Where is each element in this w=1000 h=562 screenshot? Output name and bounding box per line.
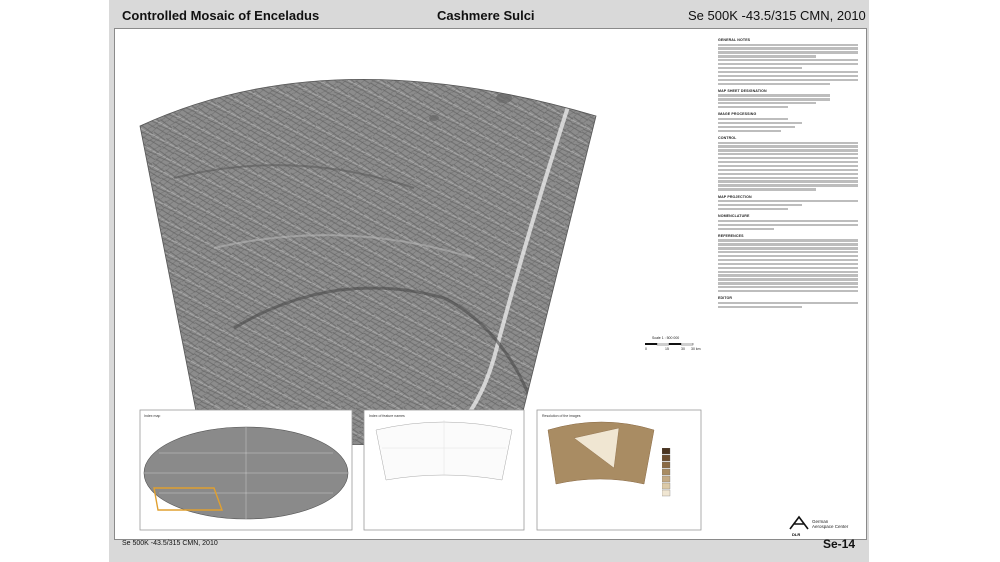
notes-heading: REFERENCES (718, 233, 744, 238)
index-map-title: Index map (144, 414, 161, 418)
names-index-title: Index of feature names (369, 414, 405, 418)
scale-label: Scale 1 : 500 000 (652, 336, 680, 340)
resolution-title: Resolution of the images (542, 414, 581, 418)
resolution-legend-swatch (662, 468, 671, 476)
sheet-title-left: Controlled Mosaic of Enceladus (122, 8, 320, 23)
resolution-legend-swatch (662, 475, 671, 483)
notes-heading: MAP PROJECTION (718, 194, 752, 199)
footer-sheet-number: Se-14 (823, 537, 856, 551)
resolution-legend-swatch (662, 482, 671, 490)
scale-tick: 30 km (691, 347, 701, 351)
notes-heading: MAP SHEET DESIGNATION (718, 88, 767, 93)
scale-tick: 0 (645, 347, 647, 351)
resolution-legend-swatch (662, 448, 671, 455)
dlr-logo-text: DLR (792, 532, 801, 537)
resolution-legend-swatch (662, 489, 671, 497)
notes-heading: IMAGE PROCESSING (718, 112, 757, 117)
notes-heading: GENERAL NOTES (718, 38, 751, 42)
dlr-logo-icon (789, 515, 809, 530)
resolution-legend-swatch (662, 454, 671, 462)
resolution-legend-swatch (662, 461, 671, 469)
notes-heading: NOMENCLATURE (718, 214, 750, 219)
resolution-legend (662, 448, 671, 497)
publisher-name-line2: Aerospace Center (812, 524, 849, 529)
notes-heading: EDITOR (718, 296, 733, 301)
publisher-name: German Aerospace Center (812, 519, 848, 529)
notes-column: GENERAL NOTES MAP SHEET DESIGNATION IMAG… (718, 34, 858, 534)
sheet-title-right: Se 500K -43.5/315 CMN, 2010 (688, 8, 866, 23)
footer-sheet-code: Se 500K -43.5/315 CMN, 2010 (122, 540, 218, 547)
sheet-title-center: Cashmere Sulci (437, 8, 535, 23)
scale-tick: 15 (665, 347, 669, 351)
notes-heading: CONTROL (718, 135, 737, 140)
scale-tick: 30 (681, 347, 685, 351)
